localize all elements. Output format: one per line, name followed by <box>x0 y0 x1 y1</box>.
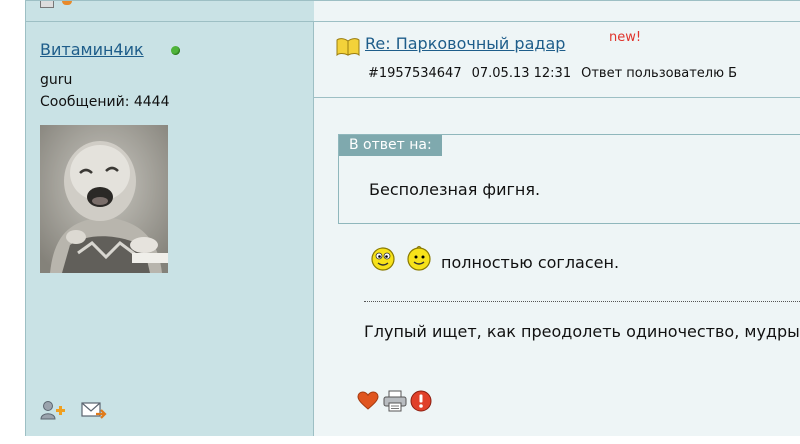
quote-block: В ответ на: Бесполезная фигня. <box>338 134 800 224</box>
quote-label: В ответ на: <box>339 135 442 156</box>
add-friend-icon[interactable] <box>40 1 54 8</box>
previous-post-user-footer <box>26 1 315 22</box>
username-link[interactable]: Витамин4ик <box>40 40 144 59</box>
print-icon[interactable] <box>383 390 407 416</box>
forum-post: Витамин4ик guru Сообщений: 4444 Re: Парк… <box>25 0 800 436</box>
post-datetime: 07.05.13 12:31 <box>471 66 572 81</box>
post-title-link[interactable]: Re: Парковочный радар <box>365 34 565 53</box>
avatar[interactable] <box>40 125 168 273</box>
online-status-icon <box>171 46 180 55</box>
quote-text: Бесполезная фигня. <box>369 180 541 199</box>
smiley-icon <box>406 245 432 275</box>
signature-separator <box>364 301 800 302</box>
post-body-text: полностью согласен. <box>441 253 620 272</box>
add-friend-icon[interactable] <box>40 400 66 424</box>
heart-icon[interactable] <box>357 391 379 415</box>
post-panel: Re: Парковочный радар new! #1957534647 07… <box>314 22 800 436</box>
private-message-icon[interactable] <box>81 400 107 424</box>
post-meta: #1957534647 07.05.13 12:31 Ответ пользоват… <box>368 66 747 81</box>
book-icon <box>336 38 360 60</box>
reply-to-link[interactable]: Ответ пользователю Б <box>581 66 737 81</box>
private-message-icon[interactable] <box>62 1 72 5</box>
post-header: Re: Парковочный радар new! #1957534647 07… <box>314 22 800 98</box>
post-id[interactable]: #1957534647 <box>368 66 462 81</box>
user-rank: guru <box>40 72 73 88</box>
post-count: Сообщений: 4444 <box>40 94 170 110</box>
new-badge: new! <box>609 30 642 45</box>
report-icon[interactable] <box>410 390 432 416</box>
user-info-panel: Витамин4ик guru Сообщений: 4444 <box>26 22 314 436</box>
user-signature: Глупый ищет, как преодолеть одиночество,… <box>364 322 800 341</box>
previous-post-footer <box>314 1 800 22</box>
smiley-icon <box>370 245 396 275</box>
